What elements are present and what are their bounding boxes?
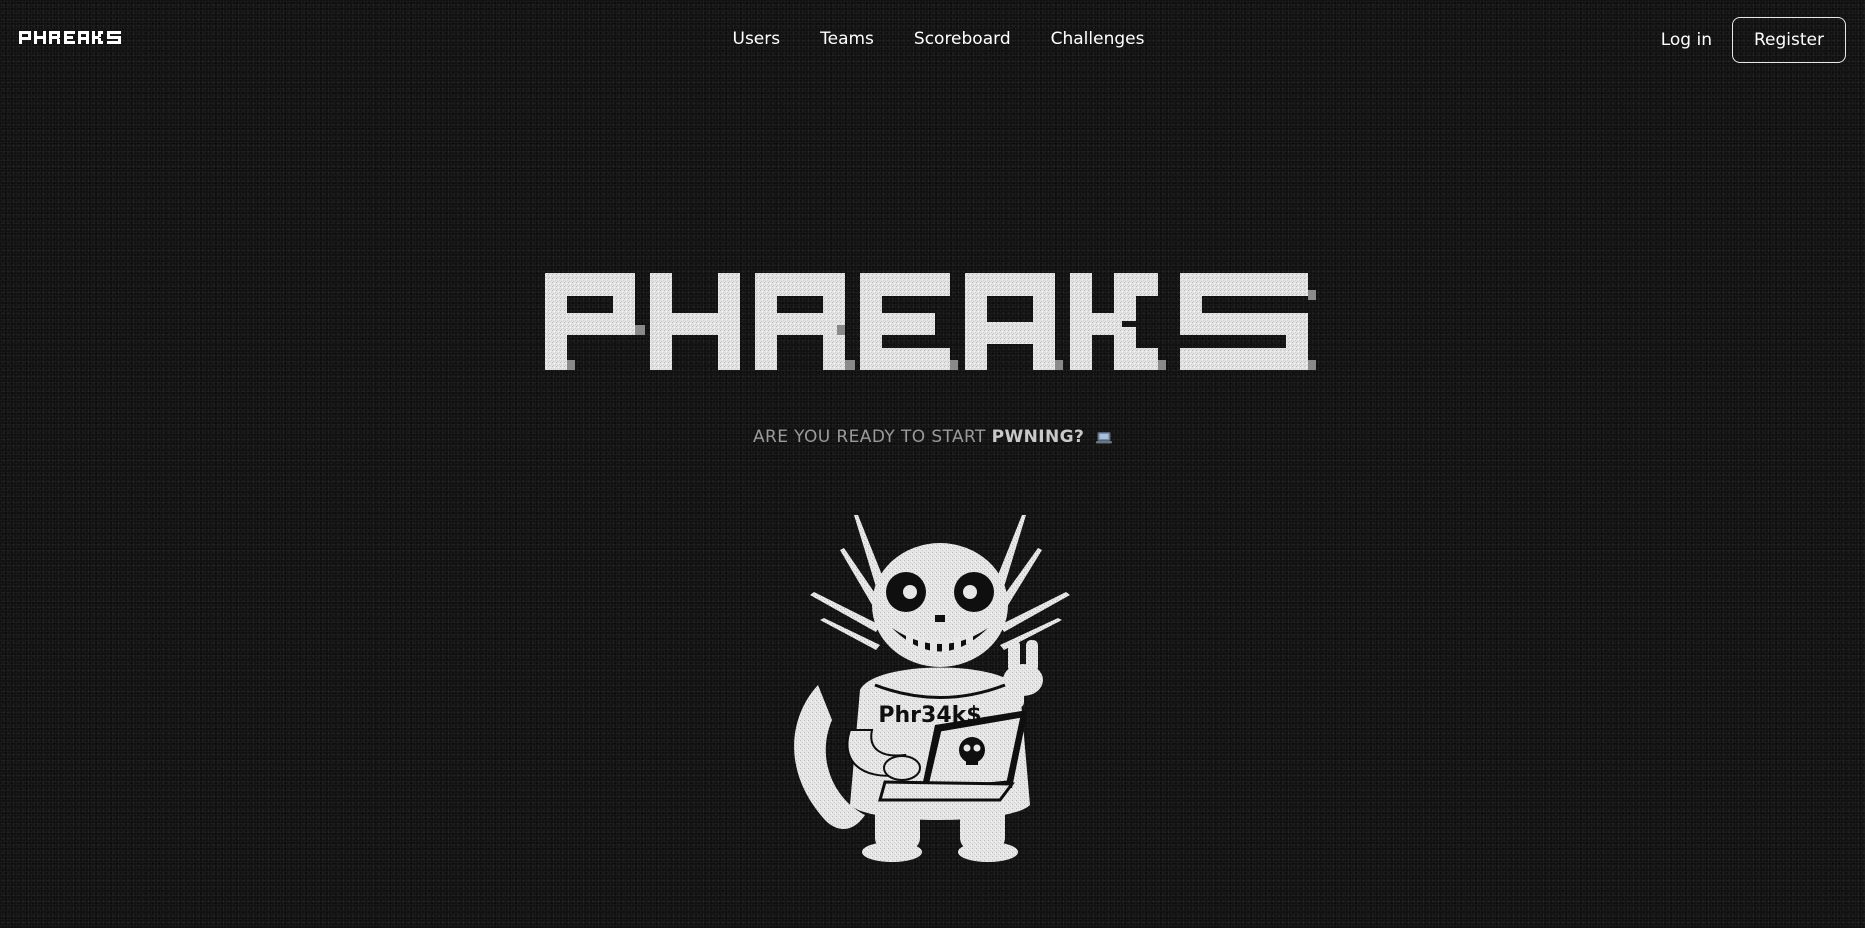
page: Users Teams Scoreboard Challenges Log in…	[0, 0, 1865, 928]
nav-link-challenges[interactable]: Challenges	[1031, 27, 1165, 51]
laptop-icon	[1096, 429, 1113, 444]
nav-link-teams[interactable]: Teams	[800, 27, 894, 51]
nav-link-scoreboard[interactable]: Scoreboard	[894, 27, 1031, 51]
main-nav: Users Teams Scoreboard Challenges	[0, 27, 1865, 51]
auth-nav: Log in Register	[1661, 17, 1846, 63]
hero-logo	[540, 270, 1316, 374]
hero-tagline: ARE YOU READY TO START PWNING?	[0, 427, 1865, 447]
mascot-illustration: Phr34k$	[780, 500, 1100, 870]
navbar: Users Teams Scoreboard Challenges Log in…	[0, 0, 1865, 80]
tagline-emphasis: PWNING?	[991, 427, 1085, 447]
nav-link-users[interactable]: Users	[713, 27, 801, 51]
tagline-prefix: ARE YOU READY TO START	[752, 427, 986, 447]
register-button[interactable]: Register	[1732, 17, 1846, 63]
hero-logo-wordmark	[545, 273, 1316, 370]
login-link[interactable]: Log in	[1661, 28, 1712, 52]
